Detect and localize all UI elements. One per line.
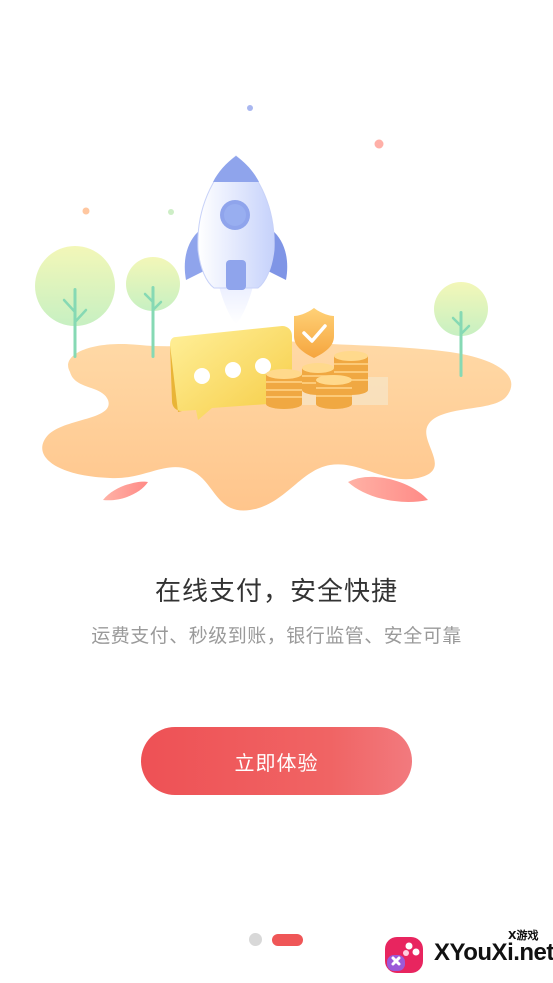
pink-petal-left [103, 481, 148, 501]
try-now-button[interactable]: 立即体验 [141, 727, 412, 795]
page-indicator [249, 933, 303, 946]
site-watermark: X游戏 XYouXi.net [378, 925, 553, 977]
watermark-site-text: XYouXi.net [434, 939, 553, 966]
sparkle-dot [82, 207, 90, 215]
sparkle-dot [247, 105, 253, 111]
rocket-illustration [184, 155, 288, 324]
page-dot-2-active[interactable] [272, 933, 303, 946]
page-dot-1[interactable] [249, 933, 262, 946]
intro-headline: 在线支付，安全快捷 [154, 577, 398, 607]
sparkle-dot [168, 209, 174, 215]
tree-left-large [35, 246, 115, 358]
gamepad-logo-icon [385, 937, 423, 973]
sparkle-dot [374, 139, 384, 149]
onboarding-screen: 在线支付，安全快捷 运费支付、秒级到账，银行监管、安全可靠 立即体验 X游戏 X… [0, 0, 553, 983]
payment-illustration [35, 105, 512, 511]
pink-petal-right [348, 476, 428, 502]
intro-subline: 运费支付、秒级到账，银行监管、安全可靠 [91, 625, 462, 647]
